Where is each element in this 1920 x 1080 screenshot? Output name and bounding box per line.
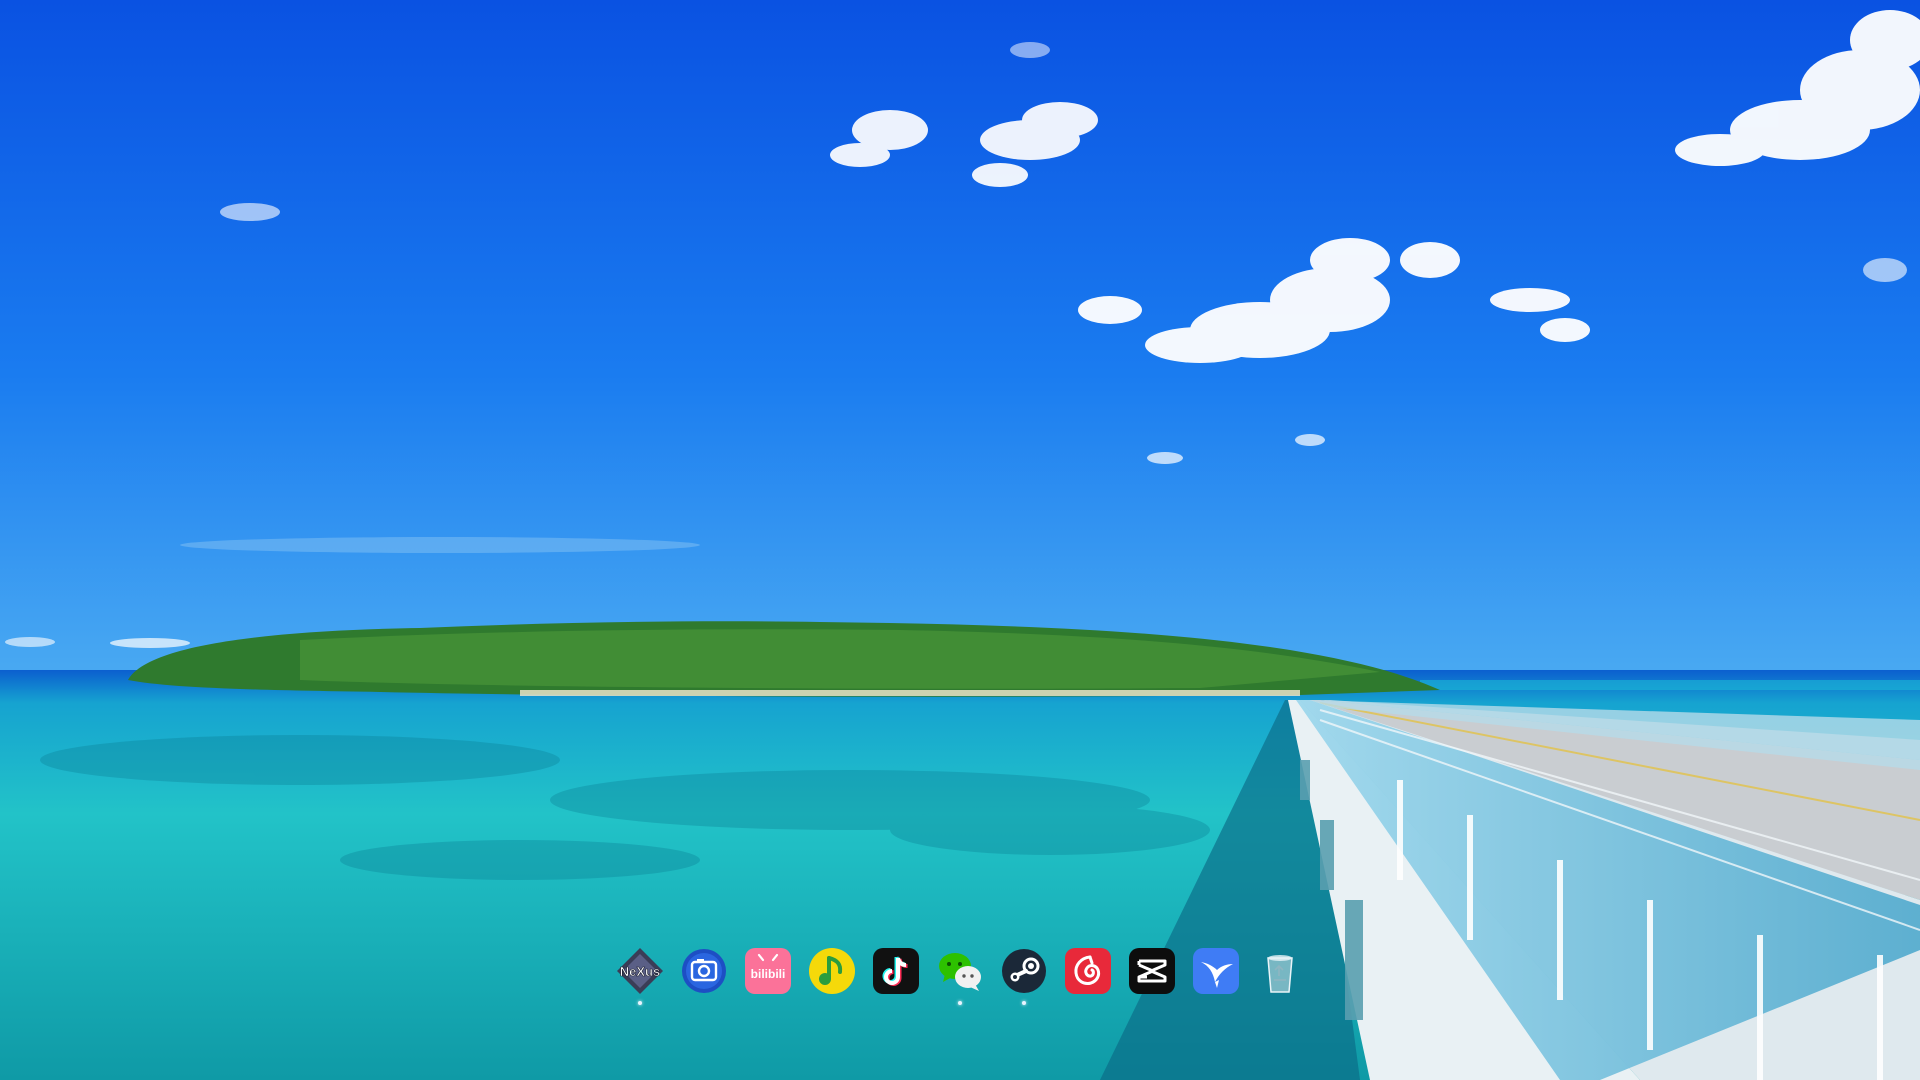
running-indicator [638, 1001, 642, 1005]
dock-item-qq-music[interactable] [807, 946, 857, 1006]
wallpaper [0, 0, 1920, 1080]
bilibili-logo-text: bilibili [751, 967, 786, 981]
running-indicator [1022, 1001, 1026, 1005]
nexus-icon: NeXus [617, 948, 663, 994]
steam-icon [1002, 949, 1046, 993]
tiktok-icon [873, 948, 919, 994]
bird-icon [1193, 948, 1239, 994]
dock-item-recycle-bin[interactable] [1255, 946, 1305, 1006]
dock-item-nexus[interactable]: NeXus [615, 946, 665, 1006]
wechat-icon [939, 953, 981, 991]
nexus-logo-text: NeXus [620, 964, 660, 979]
netease-music-icon [1065, 948, 1111, 994]
running-indicator [958, 1001, 962, 1005]
dock-item-steam[interactable] [999, 946, 1049, 1006]
recycle-bin-icon [1267, 955, 1293, 993]
dock-item-tiktok[interactable] [871, 946, 921, 1006]
capcut-icon [1129, 948, 1175, 994]
dock-item-wechat[interactable] [935, 946, 985, 1006]
dock-item-screenshot[interactable] [679, 946, 729, 1006]
dock-item-capcut[interactable] [1127, 946, 1177, 1006]
music-note-icon [809, 948, 855, 994]
dock-item-bilibili[interactable]: bilibili [743, 946, 793, 1006]
desktop[interactable]: NeXus bilibili [0, 0, 1920, 1080]
dock-item-feishu[interactable] [1191, 946, 1241, 1006]
camera-icon [682, 949, 726, 993]
dock: NeXus bilibili [615, 946, 1305, 1006]
dock-item-netease-music[interactable] [1063, 946, 1113, 1006]
bilibili-icon: bilibili [745, 948, 791, 994]
